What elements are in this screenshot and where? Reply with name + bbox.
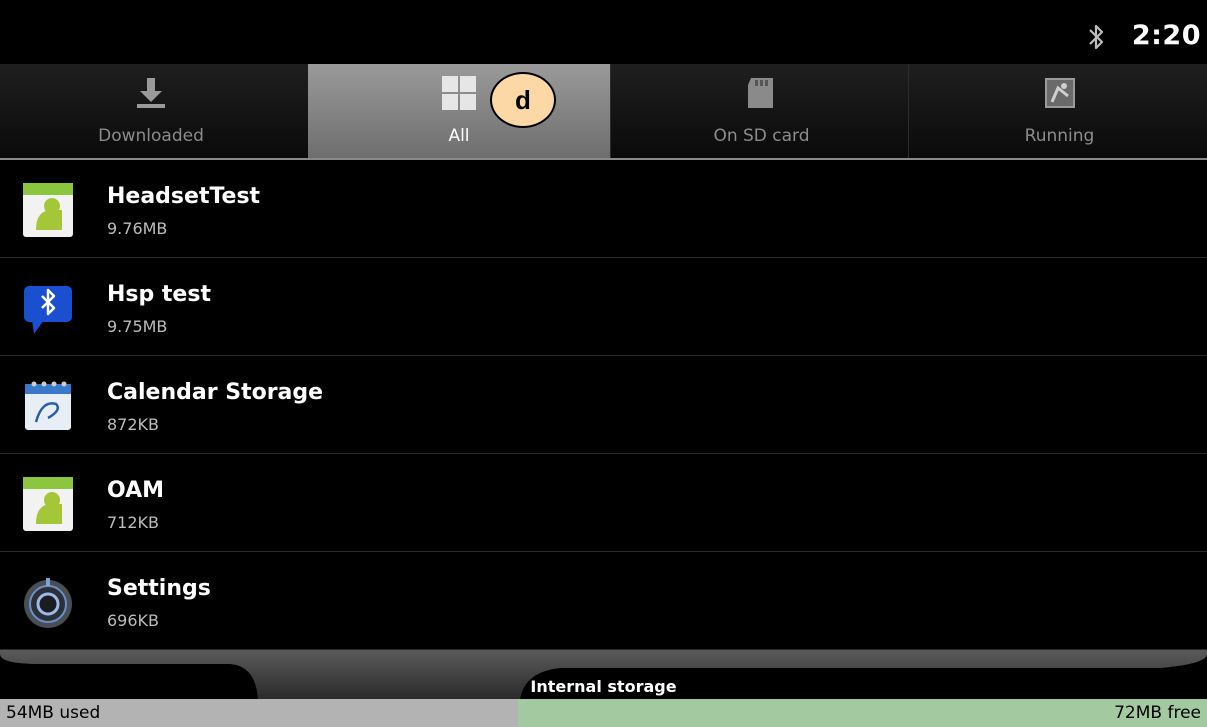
download-icon bbox=[137, 78, 165, 108]
running-icon bbox=[1044, 78, 1075, 108]
bluetooth-chat-icon bbox=[24, 286, 72, 334]
app-name: HeadsetTest bbox=[107, 184, 261, 209]
storage-bar: 54MB used 72MB free bbox=[0, 699, 1207, 727]
android-app-icon bbox=[23, 183, 73, 237]
tab-downloaded[interactable]: Downloaded bbox=[0, 64, 302, 158]
app-name: Hsp test bbox=[107, 282, 211, 307]
app-name: Settings bbox=[107, 576, 211, 601]
app-name: OAM bbox=[107, 478, 165, 503]
app-size: 9.76MB bbox=[107, 219, 168, 238]
android-app-icon bbox=[23, 477, 73, 531]
tab-label: Downloaded bbox=[98, 126, 204, 146]
tab-label: Running bbox=[1024, 126, 1095, 146]
settings-knob-icon bbox=[24, 578, 72, 628]
storage-free: 72MB free bbox=[1114, 703, 1201, 723]
tab-label: All bbox=[448, 126, 470, 146]
tab-bar: Downloaded All On SD card Running bbox=[0, 64, 1207, 160]
tab-all[interactable]: All bbox=[308, 64, 610, 158]
sd-card-icon bbox=[747, 78, 773, 108]
list-item[interactable]: Settings 696KB bbox=[0, 552, 1207, 650]
status-bar: 2:20 bbox=[0, 0, 1207, 64]
app-size: 696KB bbox=[107, 611, 160, 630]
app-size: 872KB bbox=[107, 415, 160, 434]
storage-used: 54MB used bbox=[6, 703, 101, 723]
tab-running[interactable]: Running bbox=[908, 64, 1207, 158]
list-item[interactable]: HeadsetTest 9.76MB bbox=[0, 160, 1207, 258]
bluetooth-icon bbox=[1089, 24, 1104, 50]
annotation-badge: d bbox=[490, 72, 556, 128]
app-size: 9.75MB bbox=[107, 317, 168, 336]
storage-title: Internal storage bbox=[530, 677, 677, 696]
app-size: 712KB bbox=[107, 513, 160, 532]
tab-on-sd-card[interactable]: On SD card bbox=[610, 64, 912, 158]
calendar-icon bbox=[25, 381, 71, 430]
list-item[interactable]: OAM 712KB bbox=[0, 454, 1207, 552]
app-list: HeadsetTest 9.76MB Hsp test 9.75MB Calen… bbox=[0, 160, 1207, 650]
app-name: Calendar Storage bbox=[107, 380, 324, 405]
clock: 2:20 bbox=[1131, 20, 1201, 51]
storage-free-fill bbox=[518, 699, 1207, 727]
list-item[interactable]: Calendar Storage 872KB bbox=[0, 356, 1207, 454]
grid-icon bbox=[442, 76, 476, 110]
tab-label: On SD card bbox=[713, 126, 810, 146]
list-item[interactable]: Hsp test 9.75MB bbox=[0, 258, 1207, 356]
